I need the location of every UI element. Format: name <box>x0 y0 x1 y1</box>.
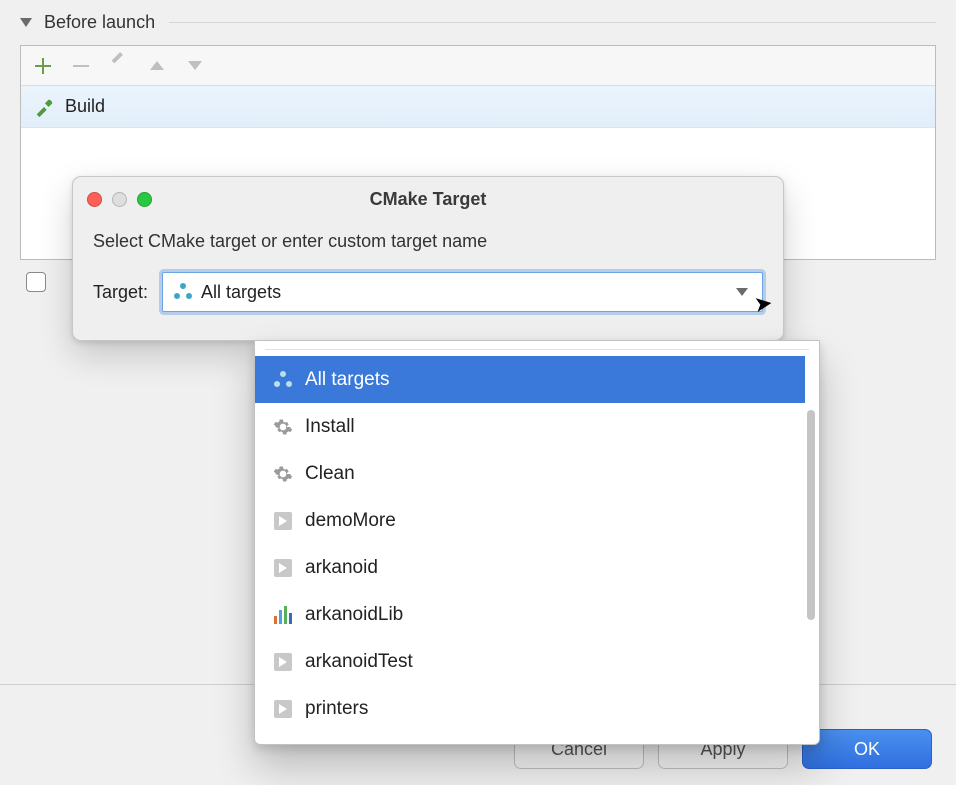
dropdown-item-label: arkanoid <box>305 557 378 579</box>
hammer-icon <box>33 96 55 118</box>
divider <box>169 22 936 23</box>
cursor-icon: ➤ <box>752 290 774 318</box>
dropdown-item-label: Clean <box>305 463 355 485</box>
play-icon <box>273 511 293 531</box>
arrow-down-icon <box>188 61 202 70</box>
pencil-icon <box>111 58 127 74</box>
dropdown-item-label: demoMore <box>305 510 396 532</box>
remove-button[interactable] <box>67 52 95 80</box>
edit-button[interactable] <box>105 52 133 80</box>
add-button[interactable] <box>29 52 57 80</box>
scrollbar[interactable] <box>807 410 815 620</box>
dropdown-item[interactable]: All targets <box>255 356 805 403</box>
dropdown-item[interactable]: Install <box>255 403 805 450</box>
chevron-down-icon <box>736 288 748 296</box>
cmake-target-dialog: CMake Target Select CMake target or ente… <box>72 176 784 341</box>
minimize-window-icon <box>112 192 127 207</box>
ok-button[interactable]: OK <box>802 729 932 769</box>
play-icon <box>273 652 293 672</box>
target-combobox-value: All targets <box>201 282 281 303</box>
before-launch-header[interactable]: Before launch <box>20 12 936 33</box>
dropdown-item[interactable]: arkanoidTest <box>255 638 805 685</box>
dropdown-item[interactable]: Clean <box>255 450 805 497</box>
dropdown-item-label: Install <box>305 416 355 438</box>
show-checkbox[interactable] <box>26 272 46 292</box>
move-up-button[interactable] <box>143 52 171 80</box>
list-item[interactable]: Build <box>21 86 935 128</box>
dropdown-item[interactable]: printers <box>255 685 805 732</box>
dialog-title: CMake Target <box>73 189 783 210</box>
dropdown-item-label: arkanoidLib <box>305 604 403 626</box>
target-combobox[interactable]: All targets ➤ <box>162 272 763 312</box>
target-label: Target: <box>93 282 148 303</box>
dropdown-item-label: arkanoidTest <box>305 651 413 673</box>
dropdown-item-label: printers <box>305 698 368 720</box>
dropdown-item[interactable]: arkanoidLib <box>255 591 805 638</box>
all-targets-icon <box>173 282 193 302</box>
move-down-button[interactable] <box>181 52 209 80</box>
minus-icon <box>73 65 89 67</box>
bars-icon <box>273 605 293 625</box>
zoom-window-icon[interactable] <box>137 192 152 207</box>
close-window-icon[interactable] <box>87 192 102 207</box>
dropdown-item[interactable]: arkanoid <box>255 544 805 591</box>
target-dropdown: All targets Install Clean demoMore arkanoid a… <box>254 340 820 745</box>
all-targets-icon <box>273 370 293 390</box>
dropdown-item-label: All targets <box>305 369 389 391</box>
dialog-titlebar[interactable]: CMake Target <box>73 177 783 221</box>
plus-icon <box>35 58 51 74</box>
play-icon <box>273 558 293 578</box>
gear-icon <box>273 464 293 484</box>
play-icon <box>273 699 293 719</box>
section-title: Before launch <box>44 12 155 33</box>
gear-icon <box>273 417 293 437</box>
dialog-description: Select CMake target or enter custom targ… <box>93 231 763 252</box>
dropdown-item[interactable]: demoMore <box>255 497 805 544</box>
arrow-up-icon <box>150 61 164 70</box>
list-toolbar <box>21 46 935 86</box>
disclosure-triangle-icon[interactable] <box>20 18 32 27</box>
list-item-label: Build <box>65 96 105 117</box>
divider <box>265 349 809 350</box>
